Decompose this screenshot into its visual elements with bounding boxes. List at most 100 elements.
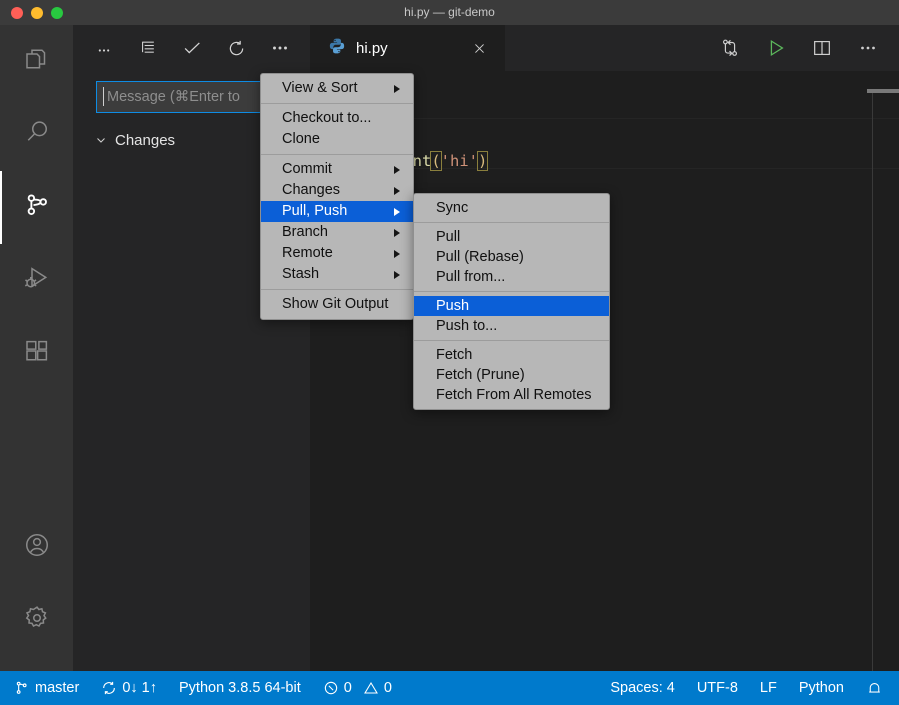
sidebar-item-source-control[interactable] <box>0 171 73 244</box>
chevron-down-icon <box>93 132 109 148</box>
tab-hi-py[interactable]: hi.py <box>310 25 505 71</box>
scm-toolbar <box>73 25 310 71</box>
sidebar-item-extensions[interactable] <box>0 317 73 390</box>
python-interpreter-label: Python 3.8.5 64-bit <box>179 680 301 696</box>
git-menu-item[interactable]: Commit <box>261 159 413 180</box>
chevron-right-icon <box>394 187 400 195</box>
view-and-sort-button[interactable] <box>93 37 115 59</box>
close-window-button[interactable] <box>11 7 23 19</box>
run-icon[interactable] <box>765 37 787 59</box>
pull-push-menu-item[interactable]: Sync <box>414 198 609 218</box>
open-changes-button[interactable] <box>137 37 159 59</box>
git-menu-separator <box>261 103 413 104</box>
pull-push-menu-separator <box>414 340 609 341</box>
extensions-icon <box>22 336 52 371</box>
git-menu-item[interactable]: Pull, Push <box>261 201 413 222</box>
status-language-mode[interactable]: Python <box>799 680 844 696</box>
pull-push-menu-separator <box>414 291 609 292</box>
tabs-filler <box>505 25 719 71</box>
maximize-window-button[interactable] <box>51 7 63 19</box>
git-menu-item[interactable]: Show Git Output <box>261 294 413 315</box>
compare-changes-icon[interactable] <box>719 37 741 59</box>
sidebar-item-search[interactable] <box>0 98 73 171</box>
chevron-right-icon <box>394 208 400 216</box>
git-menu-item-label: Clone <box>282 129 320 150</box>
git-menu-item[interactable]: Changes <box>261 180 413 201</box>
sync-icon <box>101 680 117 696</box>
commit-button[interactable] <box>181 37 203 59</box>
git-menu-item[interactable]: Checkout to... <box>261 108 413 129</box>
pull-push-menu-item[interactable]: Push <box>414 296 609 316</box>
sidebar-item-run-and-debug[interactable] <box>0 244 73 317</box>
notifications-button[interactable] <box>866 680 883 697</box>
git-menu-item[interactable]: View & Sort <box>261 78 413 99</box>
pull-push-menu-item-label: Pull from... <box>436 267 505 287</box>
ellipsis-icon[interactable] <box>857 37 879 59</box>
pull-push-menu-item-label: Pull (Rebase) <box>436 247 524 267</box>
branch-icon <box>14 680 30 696</box>
minimize-window-button[interactable] <box>31 7 43 19</box>
refresh-button[interactable] <box>225 37 247 59</box>
files-icon <box>22 44 52 79</box>
gear-icon <box>22 603 52 638</box>
text-caret <box>103 87 104 106</box>
window-title: hi.py — git-demo <box>0 0 899 25</box>
git-menu-item[interactable]: Clone <box>261 129 413 150</box>
tab-label: hi.py <box>356 40 388 57</box>
git-menu-separator <box>261 154 413 155</box>
status-eol[interactable]: LF <box>760 680 777 696</box>
pull-push-menu-item-label: Pull <box>436 227 460 247</box>
git-pull-push-submenu: Sync PullPull (Rebase)Pull from... PushPus… <box>413 193 610 410</box>
status-bar-right: Spaces: 4 UTF-8 LF Python <box>610 680 899 697</box>
close-icon[interactable] <box>471 40 487 56</box>
sidebar-item-explorer[interactable] <box>0 25 73 98</box>
pull-push-menu-item[interactable]: Fetch From All Remotes <box>414 385 609 405</box>
git-menu-item-label: Stash <box>282 264 319 285</box>
status-bar: master 0↓ 1↑ Python 3.8.5 64-bit <box>0 671 899 705</box>
code-token-open-paren: ( <box>431 152 440 170</box>
status-bar-left: master 0↓ 1↑ Python 3.8.5 64-bit <box>0 680 392 696</box>
pull-push-menu-item[interactable]: Pull <box>414 227 609 247</box>
pull-push-menu-item[interactable]: Pull from... <box>414 267 609 287</box>
pull-push-menu-item-label: Push to... <box>436 316 497 336</box>
status-encoding[interactable]: UTF-8 <box>697 680 738 696</box>
pull-push-menu-item[interactable]: Pull (Rebase) <box>414 247 609 267</box>
status-python-interpreter[interactable]: Python 3.8.5 64-bit <box>179 680 301 696</box>
git-menu-item-label: Commit <box>282 159 332 180</box>
scm-more-actions-button[interactable] <box>269 37 291 59</box>
account-icon <box>22 530 52 565</box>
pull-push-menu-item-label: Fetch (Prune) <box>436 365 525 385</box>
pull-push-menu-item[interactable]: Fetch <box>414 345 609 365</box>
activity-bar <box>0 25 73 671</box>
debug-icon <box>22 263 52 298</box>
traffic-lights <box>0 7 63 19</box>
vscode-window: hi.py — git-demo <box>0 0 899 705</box>
git-menu-item-label: View & Sort <box>282 78 358 99</box>
accounts-button[interactable] <box>0 511 73 584</box>
chevron-right-icon <box>394 229 400 237</box>
status-problems[interactable]: 0 0 <box>323 680 392 696</box>
git-menu-item[interactable]: Branch <box>261 222 413 243</box>
source-control-icon <box>22 190 52 225</box>
editor-actions <box>719 25 899 71</box>
branch-label: master <box>35 680 79 696</box>
changes-label: Changes <box>115 132 175 149</box>
git-menu-item-label: Remote <box>282 243 333 264</box>
status-sync[interactable]: 0↓ 1↑ <box>101 680 157 696</box>
pull-push-menu-item[interactable]: Push to... <box>414 316 609 336</box>
git-menu-item[interactable]: Stash <box>261 264 413 285</box>
pull-push-menu-item[interactable]: Fetch (Prune) <box>414 365 609 385</box>
status-indentation[interactable]: Spaces: 4 <box>610 680 675 696</box>
chevron-right-icon <box>394 250 400 258</box>
status-branch[interactable]: master <box>14 680 79 696</box>
split-editor-icon[interactable] <box>811 37 833 59</box>
pull-push-menu-item-label: Push <box>436 296 469 316</box>
chevron-right-icon <box>394 85 400 93</box>
manage-settings-button[interactable] <box>0 584 73 657</box>
error-count: 0 <box>344 680 352 696</box>
search-icon <box>22 117 52 152</box>
git-menu-item[interactable]: Remote <box>261 243 413 264</box>
pull-push-menu-item-label: Sync <box>436 198 468 218</box>
title-bar: hi.py — git-demo <box>0 0 899 26</box>
code-token-string: 'hi' <box>441 152 478 170</box>
